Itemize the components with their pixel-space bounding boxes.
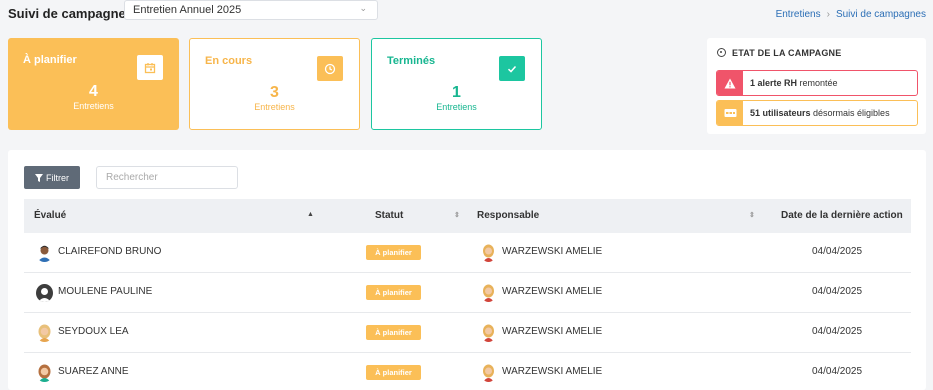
avatar bbox=[36, 284, 53, 302]
responsable-name: WARZEWSKI AMELIE bbox=[502, 366, 603, 377]
breadcrumb-entretiens[interactable]: Entretiens bbox=[776, 9, 821, 20]
responsable-name: WARZEWSKI AMELIE bbox=[502, 326, 603, 337]
card-count: 4 bbox=[89, 83, 98, 100]
avatar bbox=[481, 284, 496, 302]
target-icon bbox=[717, 48, 726, 57]
table-row[interactable]: CLAIREFOND BRUNO À planifier WARZEWSKI A… bbox=[24, 233, 911, 273]
campaign-select-value: Entretien Annuel 2025 bbox=[133, 4, 242, 16]
search-input[interactable] bbox=[96, 166, 238, 189]
card-count: 1 bbox=[452, 84, 461, 101]
breadcrumb-suivi[interactable]: Suivi de campagnes bbox=[836, 9, 926, 20]
table-row[interactable]: MOULENE PAULINE À planifier WARZEWSKI AM… bbox=[24, 273, 911, 313]
card-subtitle: Entretiens bbox=[73, 101, 114, 111]
alert-eligibles[interactable]: 51 utilisateurs désormais éligibles bbox=[716, 100, 918, 126]
table-row[interactable]: SUAREZ ANNE À planifier WARZEWSKI AMELIE… bbox=[24, 353, 911, 390]
table-header: Évalué ▲ Statut ⇕ Responsable ⇕ Date de … bbox=[24, 199, 911, 233]
evalue-name: CLAIREFOND BRUNO bbox=[58, 246, 162, 257]
alert-bold: 1 alerte RH bbox=[750, 78, 798, 88]
table-panel: Filtrer Évalué ▲ Statut ⇕ Responsable ⇕ … bbox=[8, 150, 926, 390]
etat-title: ETAT DE LA CAMPAGNE bbox=[717, 48, 841, 58]
top-bar: Suivi de campagnes Entretien Annuel 2025… bbox=[0, 0, 933, 30]
last-action-date: 04/04/2025 bbox=[812, 286, 863, 297]
alert-text: désormais éligibles bbox=[810, 108, 890, 118]
status-badge: À planifier bbox=[366, 245, 421, 260]
card-title: À planifier bbox=[23, 54, 77, 66]
evalue-name: MOULENE PAULINE bbox=[58, 286, 153, 297]
card-subtitle: Entretiens bbox=[254, 102, 295, 112]
responsable-name: WARZEWSKI AMELIE bbox=[502, 246, 603, 257]
check-icon bbox=[499, 56, 525, 81]
sort-icon[interactable]: ⇕ bbox=[454, 211, 460, 219]
responsable-name: WARZEWSKI AMELIE bbox=[502, 286, 603, 297]
warning-icon bbox=[717, 71, 743, 95]
col-date[interactable]: Date de la dernière action bbox=[781, 210, 903, 221]
sort-asc-icon[interactable]: ▲ bbox=[307, 211, 314, 218]
filter-label: Filtrer bbox=[46, 172, 69, 183]
last-action-date: 04/04/2025 bbox=[812, 326, 863, 337]
col-responsable[interactable]: Responsable bbox=[477, 210, 539, 221]
page-title: Suivi de campagnes bbox=[8, 6, 133, 21]
col-evalue[interactable]: Évalué bbox=[34, 210, 66, 221]
card-title: En cours bbox=[205, 55, 253, 67]
card-a-planifier[interactable]: À planifier 4 Entretiens bbox=[8, 38, 179, 130]
calendar-icon bbox=[137, 55, 163, 80]
status-badge: À planifier bbox=[366, 325, 421, 340]
card-termines[interactable]: Terminés 1 Entretiens bbox=[371, 38, 542, 130]
evalue-name: SUAREZ ANNE bbox=[58, 366, 129, 377]
card-count: 3 bbox=[270, 84, 279, 101]
avatar bbox=[36, 244, 53, 262]
avatar bbox=[481, 364, 496, 382]
etat-title-text: ETAT DE LA CAMPAGNE bbox=[732, 48, 842, 58]
filter-button[interactable]: Filtrer bbox=[24, 166, 80, 189]
avatar bbox=[481, 324, 496, 342]
evalue-name: SEYDOUX LEA bbox=[58, 326, 129, 337]
alert-rh[interactable]: 1 alerte RH remontée bbox=[716, 70, 918, 96]
card-en-cours[interactable]: En cours 3 Entretiens bbox=[189, 38, 360, 130]
avatar bbox=[481, 244, 496, 262]
id-card-icon bbox=[717, 101, 743, 125]
col-statut[interactable]: Statut bbox=[375, 210, 403, 221]
chevron-down-icon: ⌄ bbox=[359, 3, 367, 13]
breadcrumb-separator: › bbox=[826, 9, 830, 20]
breadcrumb: Entretiens › Suivi de campagnes bbox=[776, 9, 926, 20]
table-row[interactable]: SEYDOUX LEA À planifier WARZEWSKI AMELIE… bbox=[24, 313, 911, 353]
filter-icon bbox=[35, 173, 43, 182]
status-badge: À planifier bbox=[366, 285, 421, 300]
card-title: Terminés bbox=[387, 55, 436, 67]
last-action-date: 04/04/2025 bbox=[812, 246, 863, 257]
sort-icon[interactable]: ⇕ bbox=[749, 211, 755, 219]
card-subtitle: Entretiens bbox=[436, 102, 477, 112]
alert-text: remontée bbox=[797, 78, 838, 88]
last-action-date: 04/04/2025 bbox=[812, 366, 863, 377]
alert-bold: 51 utilisateurs bbox=[750, 108, 811, 118]
status-badge: À planifier bbox=[366, 365, 421, 380]
avatar bbox=[36, 364, 53, 382]
clock-icon bbox=[317, 56, 343, 81]
avatar bbox=[36, 324, 53, 342]
campaign-select[interactable]: Entretien Annuel 2025 ⌄ bbox=[124, 0, 378, 20]
etat-campagne-panel: ETAT DE LA CAMPAGNE 1 alerte RH remontée… bbox=[707, 38, 926, 134]
